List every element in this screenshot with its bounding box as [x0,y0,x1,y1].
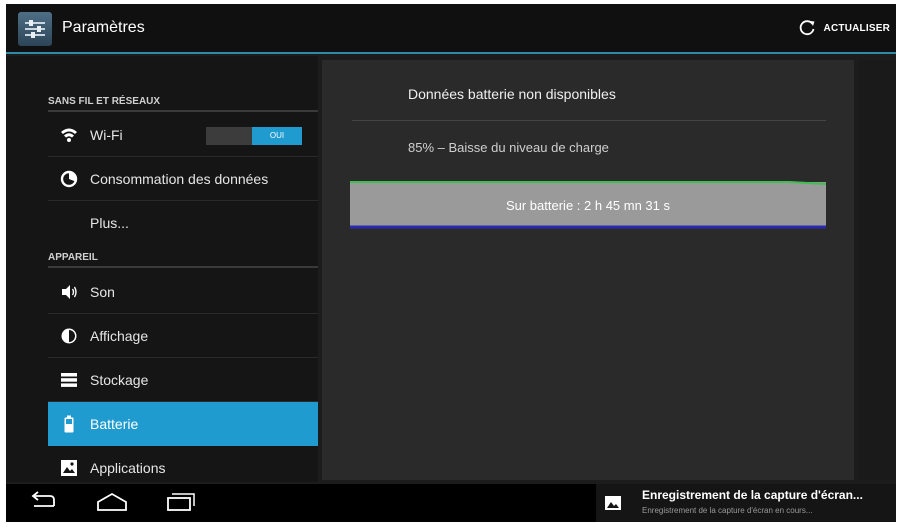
battery-details-pane: Données batterie non disponibles 85% – B… [322,60,854,480]
divider [352,120,826,121]
sidebar-item-label: Son [90,284,115,300]
image-icon [605,496,621,510]
sidebar-item-label: Plus... [90,215,129,231]
sidebar-item-more[interactable]: Plus... [48,201,318,245]
notification-title: Enregistrement de la capture d'écran... [642,488,863,502]
sidebar-item-label: Applications [90,460,166,476]
apps-icon [61,460,77,476]
recent-apps-icon[interactable] [162,490,198,514]
refresh-button[interactable]: ACTUALISER [798,16,890,40]
brightness-icon [61,328,77,344]
refresh-icon [799,20,815,36]
sidebar-item-label: Wi-Fi [90,127,123,143]
tablet-screen: Paramètres ACTUALISER SANS FIL ET RÉSEAU… [6,4,896,522]
wifi-icon [61,128,77,142]
sidebar-item-label: Stockage [90,372,149,388]
settings-sliders-icon[interactable] [18,12,52,46]
wifi-toggle[interactable]: OUI [206,127,302,145]
battery-status-text: Données batterie non disponibles [408,86,616,102]
sidebar-item-label: Batterie [90,416,139,432]
sidebar-item-display[interactable]: Affichage [48,314,318,358]
sidebar-item-sound[interactable]: Son [48,270,318,314]
battery-history-graph[interactable]: Sur batterie : 2 h 45 mn 31 s [350,178,826,234]
screenshot-notification[interactable]: Enregistrement de la capture d'écran... … [596,484,896,522]
section-header-device: APPAREIL [48,246,318,268]
settings-nav: SANS FIL ET RÉSEAUX Wi-Fi OUI Consommati… [6,56,318,482]
battery-level-text[interactable]: 85% – Baisse du niveau de charge [408,140,609,155]
sidebar-item-wifi[interactable]: Wi-Fi OUI [48,113,318,157]
back-icon[interactable] [26,490,62,514]
wifi-toggle-state: OUI [252,127,302,145]
action-bar: Paramètres ACTUALISER [6,4,896,54]
storage-icon [61,373,77,387]
speaker-icon [62,285,77,299]
battery-icon [64,415,74,433]
section-header-wireless: SANS FIL ET RÉSEAUX [48,90,318,112]
right-edge-panel [858,60,896,480]
sidebar-item-storage[interactable]: Stockage [48,358,318,402]
data-usage-icon [60,170,78,188]
refresh-label: ACTUALISER [823,22,890,34]
sidebar-item-battery[interactable]: Batterie [48,402,318,446]
sidebar-item-label: Affichage [90,328,149,344]
graph-label: Sur batterie : 2 h 45 mn 31 s [505,198,671,213]
sidebar-item-label: Consommation des données [90,171,269,187]
sidebar-item-data-usage[interactable]: Consommation des données [48,157,318,201]
notification-subtitle: Enregistrement de la capture d'écran en … [642,506,813,515]
page-title: Paramètres [62,19,145,36]
home-icon[interactable] [94,490,130,514]
